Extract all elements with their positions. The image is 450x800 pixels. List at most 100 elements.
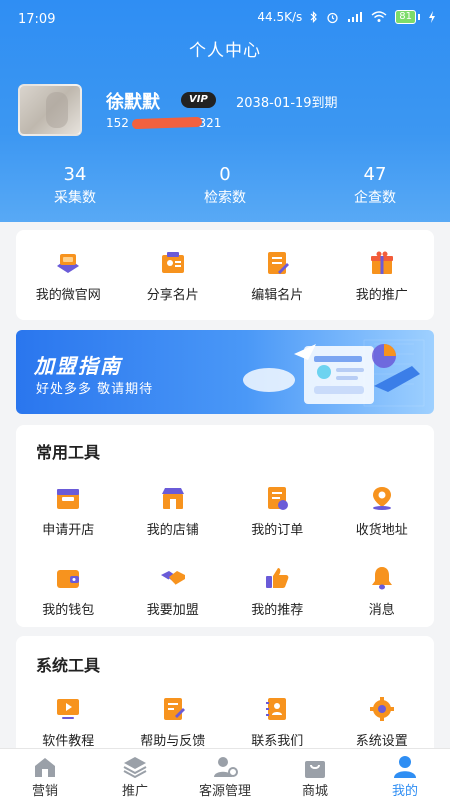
menu-label: 分享名片 — [146, 288, 199, 303]
common-tools-row-1: 申请开店 我的店铺 我的订单 收货地址 — [16, 485, 434, 538]
tool-messages[interactable]: 消息 — [330, 565, 435, 618]
bottom-tab-bar: 营销 推广 客源管理 商城 我的 — [0, 748, 450, 800]
tab-promotion[interactable]: 推广 — [90, 749, 180, 800]
bluetooth-icon — [310, 11, 318, 23]
menu-item-promotion[interactable]: 我的推广 — [330, 250, 435, 303]
common-tools-card: 常用工具 申请开店 我的店铺 我的订单 收货地址 我的钱包 我要加盟 我的推荐 … — [16, 425, 434, 627]
gift-icon — [370, 251, 393, 274]
stat-label: 检索数 — [204, 190, 246, 206]
banner-subtitle: 好处多多 敬请期待 — [36, 382, 154, 397]
bell-icon — [371, 567, 392, 590]
menu-label: 我的推广 — [355, 288, 408, 303]
profile-header: 17:09 44.5K/s 81 个人中心 徐默默 VIP 2038-01-19… — [0, 0, 450, 222]
location-icon — [372, 487, 391, 510]
menu-label: 我的微官网 — [35, 288, 101, 303]
menu-item-edit-card[interactable]: 编辑名片 — [225, 250, 330, 303]
tool-settings[interactable]: 系统设置 — [330, 696, 435, 749]
status-bar: 17:09 44.5K/s 81 — [0, 0, 450, 40]
join-guide-banner[interactable]: 加盟指南 好处多多 敬请期待 — [16, 330, 434, 414]
section-title: 常用工具 — [36, 443, 101, 462]
tab-label: 客源管理 — [198, 784, 251, 799]
tool-tutorial[interactable]: 软件教程 — [16, 696, 121, 749]
video-tutorial-icon — [57, 699, 80, 719]
tool-label: 我的推荐 — [251, 603, 304, 618]
wallet-icon — [57, 570, 80, 588]
tool-label: 软件教程 — [42, 734, 95, 749]
tool-label: 我要加盟 — [146, 603, 199, 618]
tool-label: 系统设置 — [355, 734, 408, 749]
tab-customer-management[interactable]: 客源管理 — [180, 749, 270, 800]
tool-wallet[interactable]: 我的钱包 — [16, 565, 121, 618]
wifi-icon — [371, 11, 387, 22]
home-icon — [35, 758, 55, 777]
stat-label: 企查数 — [354, 190, 396, 206]
store-icon — [161, 488, 184, 509]
menu-item-share-card[interactable]: 分享名片 — [121, 250, 226, 303]
layers-icon — [123, 757, 147, 779]
stat-label: 采集数 — [54, 190, 96, 206]
tool-label: 消息 — [368, 603, 395, 618]
tab-mall[interactable]: 商城 — [270, 749, 360, 800]
vip-expire-date: 2038-01-19到期 — [236, 96, 338, 111]
page-title: 个人中心 — [189, 41, 261, 61]
order-icon — [268, 487, 289, 510]
avatar[interactable] — [18, 84, 82, 136]
stat-enterprise[interactable]: 47 企查数 — [300, 164, 450, 207]
status-time: 17:09 — [18, 12, 56, 27]
stat-value: 34 — [63, 164, 87, 185]
tool-feedback[interactable]: 帮助与反馈 — [121, 696, 226, 749]
banner-title: 加盟指南 — [34, 354, 122, 378]
banner-illustration — [243, 339, 425, 407]
common-tools-row-2: 我的钱包 我要加盟 我的推荐 消息 — [16, 565, 434, 618]
battery-icon: 81 — [395, 10, 420, 24]
network-speed: 44.5K/s — [257, 10, 303, 24]
battery-level: 81 — [395, 10, 416, 24]
tool-address[interactable]: 收货地址 — [330, 485, 435, 538]
website-icon — [57, 254, 80, 273]
quick-menu-grid: 我的微官网 分享名片 编辑名片 我的推广 — [16, 250, 434, 303]
tool-recommend[interactable]: 我的推荐 — [225, 565, 330, 618]
tab-label: 营销 — [31, 784, 58, 799]
tab-marketing[interactable]: 营销 — [0, 749, 90, 800]
tab-label: 商城 — [301, 784, 328, 799]
tab-mine[interactable]: 我的 — [360, 749, 450, 800]
stat-value: 0 — [219, 164, 231, 185]
section-title: 系统工具 — [36, 656, 101, 675]
tab-label: 我的 — [391, 784, 418, 799]
phone-prefix: 152 — [106, 116, 129, 130]
tool-open-shop[interactable]: 申请开店 — [16, 485, 121, 538]
tool-label: 申请开店 — [42, 523, 95, 538]
tool-label: 我的订单 — [251, 523, 304, 538]
menu-label: 编辑名片 — [251, 288, 304, 303]
tool-contact[interactable]: 联系我们 — [225, 696, 330, 749]
alarm-icon — [327, 12, 338, 23]
shopping-bag-icon — [305, 761, 325, 778]
signal-icon — [348, 12, 363, 22]
feedback-icon — [163, 698, 185, 720]
profile-icon — [394, 756, 416, 778]
edit-card-icon — [268, 252, 290, 274]
thumbs-up-icon — [266, 568, 289, 588]
stat-search[interactable]: 0 检索数 — [150, 164, 300, 207]
tool-label: 我的店铺 — [146, 523, 199, 538]
contact-book-icon — [266, 698, 287, 720]
stats-row: 34 采集数 0 检索数 47 企查数 — [0, 164, 450, 207]
settings-gear-icon — [369, 697, 394, 721]
system-tools-row: 软件教程 帮助与反馈 联系我们 系统设置 — [16, 696, 434, 749]
user-gear-icon — [214, 757, 238, 777]
tool-label: 联系我们 — [251, 734, 304, 749]
stat-collect[interactable]: 34 采集数 — [0, 164, 150, 207]
tool-my-orders[interactable]: 我的订单 — [225, 485, 330, 538]
open-shop-icon — [57, 489, 80, 509]
share-card-icon — [161, 252, 184, 273]
stat-value: 47 — [363, 164, 387, 185]
status-right: 44.5K/s 81 — [257, 10, 436, 24]
tab-label: 推广 — [121, 784, 148, 799]
system-tools-card: 系统工具 软件教程 帮助与反馈 联系我们 系统设置 — [16, 636, 434, 756]
tool-my-store[interactable]: 我的店铺 — [121, 485, 226, 538]
charging-icon — [429, 11, 435, 23]
quick-menu-card: 我的微官网 分享名片 编辑名片 我的推广 — [16, 230, 434, 320]
tool-join[interactable]: 我要加盟 — [121, 565, 226, 618]
tool-label: 收货地址 — [355, 523, 408, 538]
menu-item-microsite[interactable]: 我的微官网 — [16, 250, 121, 303]
